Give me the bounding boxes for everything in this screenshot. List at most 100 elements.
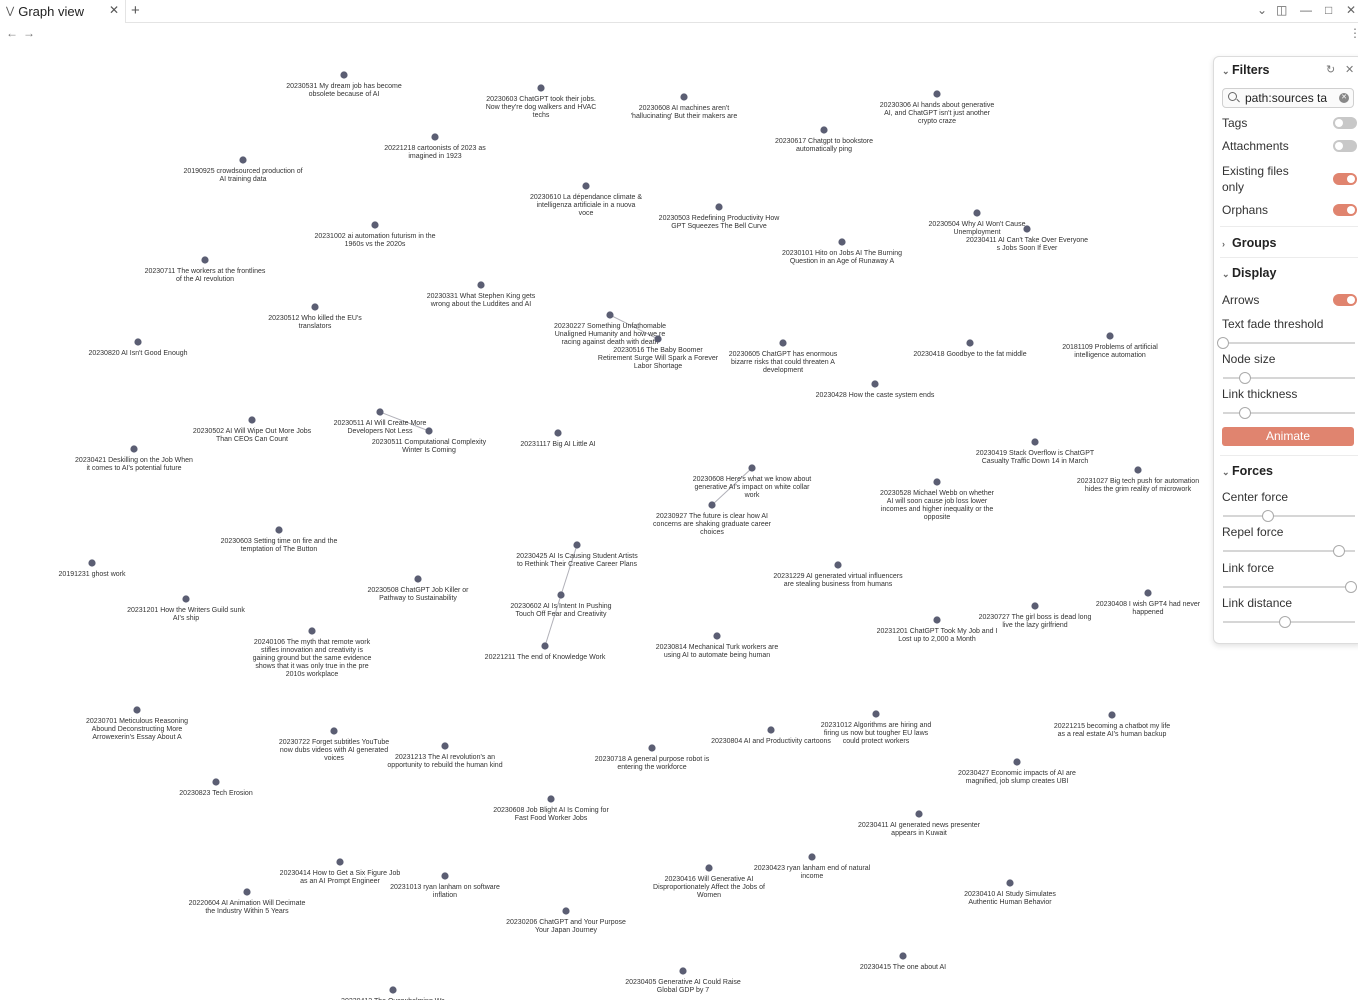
graph-node[interactable]: 20190925 crowdsourced production of AI tr… bbox=[183, 156, 303, 183]
graph-node[interactable]: 20231229 AI generated virtual influencer… bbox=[773, 561, 903, 588]
node-dot[interactable] bbox=[708, 501, 716, 509]
graph-node[interactable]: 20220604 AI Animation Will Decimate the I… bbox=[189, 888, 306, 915]
graph-node[interactable]: 20230820 AI Isn't Good Enough bbox=[88, 338, 188, 357]
slider-thumb[interactable] bbox=[1239, 372, 1252, 384]
node-dot[interactable] bbox=[431, 133, 439, 141]
node-dot[interactable] bbox=[680, 93, 688, 101]
graph-node[interactable]: 20230605 ChatGPT has enormous bizarre ris… bbox=[729, 339, 838, 374]
graph-node[interactable]: 20230804 AI and Productivity cartoons bbox=[711, 726, 831, 745]
graph-node[interactable]: 20231002 ai automation futurism in the 19… bbox=[314, 221, 436, 248]
node-dot[interactable] bbox=[1013, 758, 1021, 766]
node-dot[interactable] bbox=[562, 907, 570, 915]
forces-section-header[interactable]: ⌄ Forces bbox=[1222, 464, 1273, 478]
node-dot[interactable] bbox=[648, 744, 656, 752]
graph-node[interactable]: 20230503 Redefining Productivity How GPT … bbox=[659, 203, 781, 230]
graph-node[interactable]: 20231117 Big AI Little AI bbox=[520, 429, 596, 448]
graph-node[interactable]: 20230608 Here's what we know about genera… bbox=[693, 464, 812, 499]
node-dot[interactable] bbox=[915, 810, 923, 818]
graph-node[interactable]: 20230206 ChatGPT and Your Purpose Your Ja… bbox=[506, 907, 626, 934]
node-dot[interactable] bbox=[838, 238, 846, 246]
node-dot[interactable] bbox=[966, 339, 974, 347]
node-dot[interactable] bbox=[88, 559, 96, 567]
graph-node[interactable]: 20230412 The Overwhelming Wa bbox=[341, 986, 445, 1000]
slider-thumb[interactable] bbox=[1239, 407, 1252, 419]
graph-node[interactable]: 20231201 How the Writers Guild sunk AI's … bbox=[127, 595, 245, 622]
node-dot[interactable] bbox=[541, 642, 549, 650]
node-dot[interactable] bbox=[201, 256, 209, 264]
graph-node[interactable]: 20230531 My dream job has become obsolete… bbox=[286, 71, 402, 98]
node-dot[interactable] bbox=[133, 706, 141, 714]
graph-node[interactable]: 20230617 Chatgpt to bookstore automatical… bbox=[775, 126, 873, 153]
graph-node[interactable]: 20230814 Mechanical Turk workers are usin… bbox=[656, 632, 779, 659]
node-dot[interactable] bbox=[1134, 466, 1142, 474]
graph-node[interactable]: 20230410 AI Study Simulates Authentic Hum… bbox=[964, 879, 1056, 906]
node-dot[interactable] bbox=[248, 416, 256, 424]
orphans-toggle[interactable] bbox=[1333, 204, 1357, 216]
node-dot[interactable] bbox=[537, 84, 545, 92]
close-panel-icon[interactable]: ✕ bbox=[1345, 63, 1354, 76]
graph-node[interactable]: 20230306 AI hands about generative AI, an… bbox=[880, 90, 995, 125]
graph-node[interactable]: 20230331 What Stephen King gets wrong abo… bbox=[427, 281, 536, 308]
tags-toggle[interactable] bbox=[1333, 117, 1357, 129]
graph-node[interactable]: 20230603 ChatGPT took their jobs. Now the… bbox=[486, 84, 597, 119]
node-dot[interactable] bbox=[820, 126, 828, 134]
graph-node[interactable]: 20221218 cartoonists of 2023 as imagined … bbox=[384, 133, 486, 160]
node-dot[interactable] bbox=[441, 872, 449, 880]
graph-node[interactable]: 20230608 Job Blight AI Is Coming for Fast… bbox=[493, 795, 609, 822]
node-dot[interactable] bbox=[389, 986, 397, 994]
node-dot[interactable] bbox=[376, 408, 384, 416]
node-dot[interactable] bbox=[554, 429, 562, 437]
node-dot[interactable] bbox=[275, 526, 283, 534]
graph-node[interactable]: 20230718 A general purpose robot is enter… bbox=[595, 744, 710, 771]
graph-node[interactable]: 20230405 Generative AI Could Raise Global… bbox=[625, 967, 741, 994]
groups-section-header[interactable]: › Groups bbox=[1222, 236, 1276, 250]
graph-node[interactable]: 20230428 How the caste system ends bbox=[816, 380, 935, 399]
center-force-slider[interactable] bbox=[1223, 510, 1355, 522]
node-dot[interactable] bbox=[933, 90, 941, 98]
graph-node[interactable]: 20191231 ghost work bbox=[59, 559, 126, 578]
graph-node[interactable]: 20230414 How to Get a Six Figure Job as a… bbox=[280, 858, 401, 885]
filters-section-header[interactable]: ⌄ Filters bbox=[1222, 63, 1270, 77]
graph-node[interactable]: 20231213 The AI revolution's an opportuni… bbox=[387, 742, 503, 769]
node-dot[interactable] bbox=[311, 303, 319, 311]
node-dot[interactable] bbox=[1108, 711, 1116, 719]
node-dot[interactable] bbox=[679, 967, 687, 975]
slider-thumb[interactable] bbox=[1261, 510, 1274, 522]
chevron-down-icon[interactable]: ⌄ bbox=[1257, 3, 1267, 17]
node-dot[interactable] bbox=[705, 864, 713, 872]
node-dot[interactable] bbox=[1106, 332, 1114, 340]
graph-node[interactable]: 20230603 Setting time on fire and the tem… bbox=[221, 526, 338, 553]
graph-node[interactable]: 20230528 Michael Webb on whether AI will … bbox=[880, 478, 995, 521]
node-dot[interactable] bbox=[654, 335, 662, 343]
node-dot[interactable] bbox=[779, 339, 787, 347]
back-icon[interactable]: ← bbox=[6, 26, 18, 40]
graph-node[interactable]: 20230408 I wish GPT4 had never happened bbox=[1096, 589, 1201, 616]
link-force-slider[interactable] bbox=[1223, 581, 1358, 593]
graph-node[interactable]: 20230511 AI Will Create More Developers N… bbox=[334, 408, 427, 435]
arrows-toggle[interactable] bbox=[1333, 294, 1357, 306]
node-dot[interactable] bbox=[182, 595, 190, 603]
restore-default-icon[interactable]: ↻ bbox=[1326, 63, 1335, 76]
node-dot[interactable] bbox=[1023, 225, 1031, 233]
text-fade-threshold-slider[interactable] bbox=[1217, 337, 1355, 349]
node-dot[interactable] bbox=[899, 952, 907, 960]
more-options-icon[interactable]: ⋮ bbox=[1349, 26, 1358, 40]
node-dot[interactable] bbox=[212, 778, 220, 786]
graph-node[interactable]: 20230602 AI Is Intent In Pushing Touch Of… bbox=[510, 591, 612, 618]
node-dot[interactable] bbox=[1031, 602, 1039, 610]
minimize-icon[interactable]: — bbox=[1300, 3, 1312, 17]
node-dot[interactable] bbox=[767, 726, 775, 734]
node-dot[interactable] bbox=[748, 464, 756, 472]
slider-thumb[interactable] bbox=[1279, 616, 1292, 628]
graph-node[interactable]: 20240106 The myth that remote work stifle… bbox=[253, 627, 372, 678]
node-dot[interactable] bbox=[1144, 589, 1152, 597]
search-input[interactable] bbox=[1245, 90, 1341, 106]
graph-node[interactable]: 20230701 Meticulous Reasoning Abound Deco… bbox=[86, 706, 188, 741]
node-dot[interactable] bbox=[933, 478, 941, 486]
graph-node[interactable]: 20221211 The end of Knowledge Work bbox=[485, 642, 606, 661]
node-dot[interactable] bbox=[573, 541, 581, 549]
node-dot[interactable] bbox=[243, 888, 251, 896]
node-dot[interactable] bbox=[239, 156, 247, 164]
node-dot[interactable] bbox=[336, 858, 344, 866]
node-dot[interactable] bbox=[547, 795, 555, 803]
